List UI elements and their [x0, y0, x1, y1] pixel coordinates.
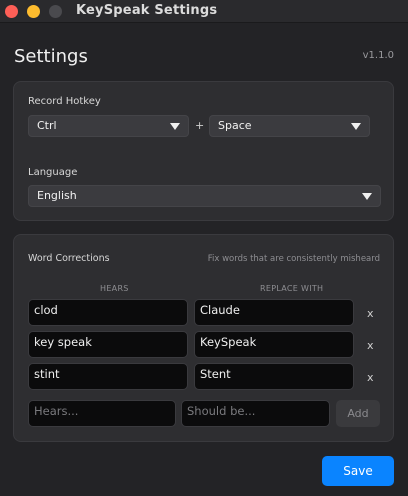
hears-column-header: HEARS — [100, 284, 129, 293]
correction-hears-field[interactable]: clod — [28, 299, 188, 326]
word-corrections-title: Word Corrections — [28, 253, 110, 264]
replace-column-header: REPLACE WITH — [260, 284, 324, 293]
correction-hears-field[interactable]: key speak — [28, 331, 188, 358]
chevron-down-icon — [362, 193, 372, 200]
language-select[interactable]: English — [28, 185, 381, 207]
hotkey-key-value: Space — [218, 119, 252, 132]
language-label: Language — [28, 167, 78, 178]
remove-correction-button[interactable]: x — [367, 307, 374, 320]
general-settings-panel: Record Hotkey Ctrl + Space Language Engl… — [13, 81, 394, 221]
language-value: English — [37, 189, 77, 202]
word-corrections-hint: Fix words that are consistently misheard — [207, 254, 380, 264]
correction-replace-field[interactable]: Claude — [194, 299, 354, 326]
hotkey-key-select[interactable]: Space — [209, 115, 370, 137]
add-correction-button[interactable]: Add — [336, 400, 380, 427]
correction-replace-field[interactable]: Stent — [194, 363, 354, 390]
remove-correction-button[interactable]: x — [367, 371, 374, 384]
minimize-window-button[interactable] — [27, 5, 40, 18]
version-label: v1.1.0 — [362, 50, 394, 61]
correction-hears-field[interactable]: stint — [28, 363, 188, 390]
remove-correction-button[interactable]: x — [367, 339, 374, 352]
hotkey-modifier-value: Ctrl — [37, 119, 57, 132]
hotkey-modifier-select[interactable]: Ctrl — [28, 115, 189, 137]
correction-replace-field[interactable]: KeySpeak — [194, 331, 354, 358]
new-hears-input[interactable]: Hears... — [28, 400, 176, 427]
hotkey-plus: + — [195, 119, 205, 132]
record-hotkey-label: Record Hotkey — [28, 96, 101, 107]
page-title: Settings — [14, 46, 88, 67]
new-replace-input[interactable]: Should be... — [181, 400, 330, 427]
window-title: KeySpeak Settings — [76, 3, 218, 18]
close-window-button[interactable] — [5, 5, 18, 18]
chevron-down-icon — [351, 123, 361, 130]
word-corrections-panel: Word Corrections Fix words that are cons… — [13, 234, 394, 442]
title-bar: KeySpeak Settings — [0, 0, 408, 23]
zoom-window-button[interactable] — [49, 5, 62, 18]
save-button[interactable]: Save — [322, 456, 394, 486]
chevron-down-icon — [170, 123, 180, 130]
